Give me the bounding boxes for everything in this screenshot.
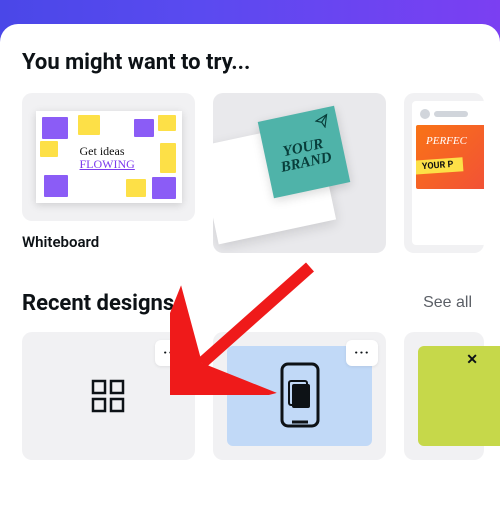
main-panel: You might want to try... Get ideas	[0, 24, 500, 530]
suggestion-tile-instagram[interactable]: PERFEC YOUR P Instagram Post (Square)	[404, 93, 484, 253]
paper-plane-icon	[314, 113, 331, 130]
suggestions-heading: You might want to try...	[22, 50, 500, 75]
logo-thumbnail: YOUR BRAND	[213, 93, 386, 253]
suggestions-row: Get ideas FLOWING Whiteboard YOUR BRAND	[22, 93, 500, 253]
ig-text-perfect: PERFEC	[426, 135, 467, 147]
see-all-button[interactable]: See all	[417, 293, 478, 313]
recent-header: Recent designs See all	[22, 291, 478, 316]
ig-text-banner: YOUR P	[416, 157, 464, 175]
recent-design-card[interactable]: ···	[213, 332, 386, 460]
more-options-button[interactable]: ···	[346, 340, 378, 366]
suggestion-tile-logo[interactable]: YOUR BRAND Logo	[213, 93, 386, 253]
whiteboard-text-line2: FLOWING	[80, 158, 135, 171]
phone-stack-icon	[278, 360, 322, 432]
grid-icon	[91, 379, 127, 413]
recent-design-preview: ✕	[418, 346, 500, 446]
instagram-thumbnail: PERFEC YOUR P	[404, 93, 484, 253]
whiteboard-text-line1: Get ideas	[80, 145, 135, 158]
recent-design-card[interactable]: ···	[22, 332, 195, 460]
close-x-icon: ✕	[466, 352, 478, 368]
recent-heading: Recent designs	[22, 291, 174, 316]
recent-design-card[interactable]: ✕	[404, 332, 484, 460]
whiteboard-thumbnail: Get ideas FLOWING	[22, 93, 195, 221]
suggestion-tile-whiteboard[interactable]: Get ideas FLOWING Whiteboard	[22, 93, 195, 253]
recent-row: ··· ··· ✕	[22, 332, 500, 460]
suggestion-label: Whiteboard	[22, 233, 195, 253]
more-options-button[interactable]: ···	[155, 340, 187, 366]
